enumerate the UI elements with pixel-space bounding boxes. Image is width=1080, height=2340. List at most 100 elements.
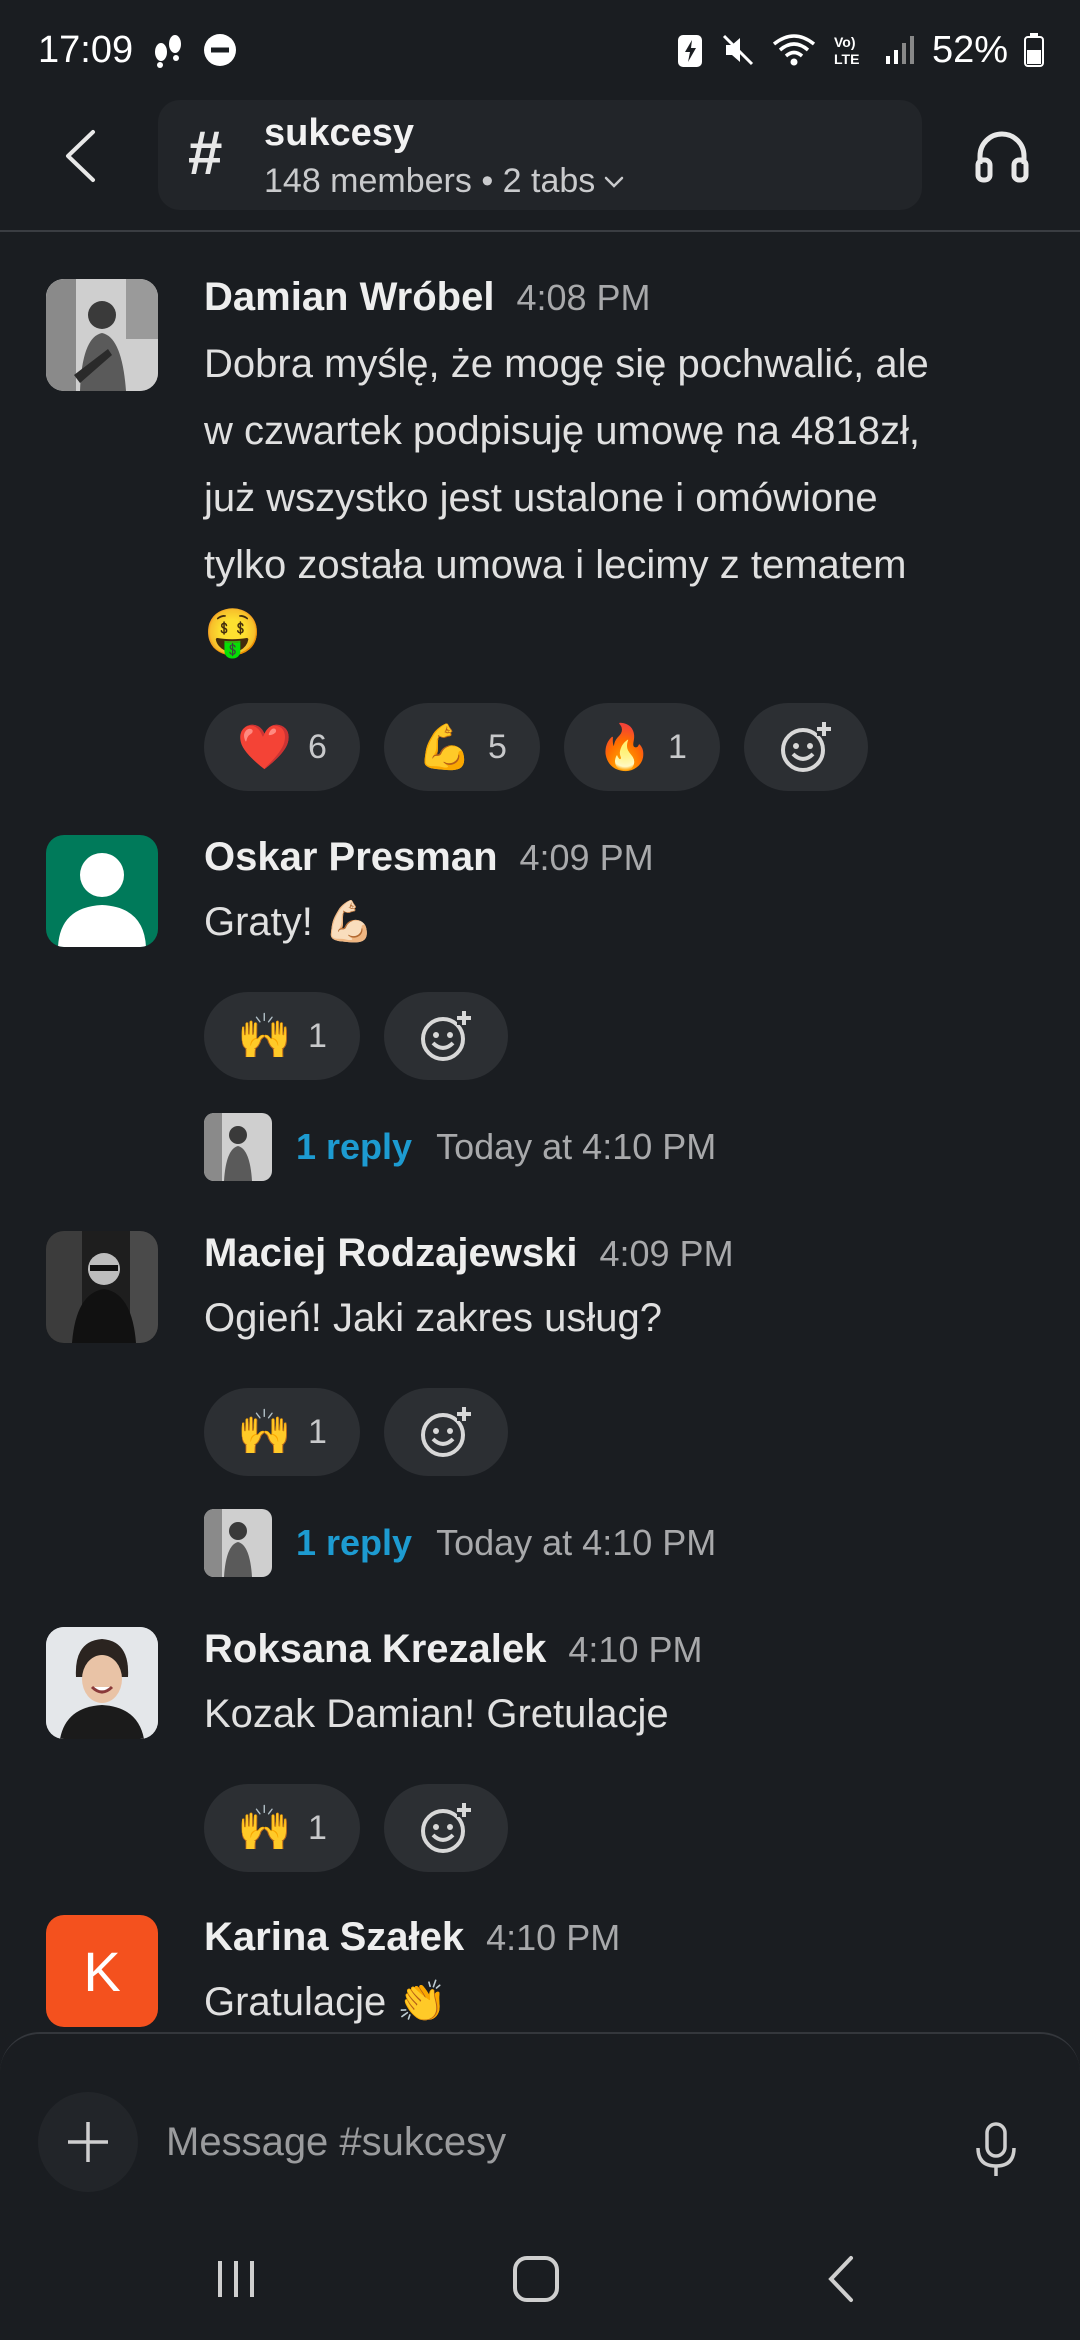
fire-icon: 🔥 bbox=[597, 723, 652, 772]
reaction-muscle[interactable]: 💪 5 bbox=[384, 703, 540, 791]
home-button[interactable] bbox=[496, 2244, 576, 2314]
recent-apps-icon bbox=[218, 2261, 254, 2297]
add-emoji-icon bbox=[421, 1011, 471, 1061]
add-reaction-button[interactable] bbox=[744, 703, 868, 791]
reaction-count: 1 bbox=[307, 1412, 327, 1451]
message-text: Gratulacje 👏 bbox=[204, 1980, 448, 2024]
message-line: Dobra myślę, że mogę się pochwalić, ale bbox=[204, 342, 929, 386]
back-button[interactable] bbox=[50, 126, 110, 186]
do-not-disturb-icon bbox=[203, 33, 237, 67]
message-item[interactable]: Maciej Rodzajewski 4:09 PM Ogień! Jaki z… bbox=[0, 1231, 1080, 1581]
reply-count-link[interactable]: 1 reply bbox=[296, 1522, 412, 1564]
voice-record-button[interactable] bbox=[972, 2120, 1020, 2180]
message-item[interactable]: K Karina Szałek 4:10 PM Gratulacje 👏 bbox=[0, 1915, 1080, 2032]
battery-percent: 52% bbox=[931, 28, 1008, 71]
author-name[interactable]: Maciej Rodzajewski bbox=[204, 1231, 577, 1276]
reply-time: Today at 4:10 PM bbox=[436, 1126, 717, 1167]
signal-icon bbox=[884, 34, 916, 66]
message-item[interactable]: Oskar Presman 4:09 PM Graty! 💪🏻 🙌 1 1 re… bbox=[0, 835, 1080, 1185]
clock: 17:09 bbox=[38, 28, 134, 71]
reaction-count: 6 bbox=[307, 727, 327, 766]
battery-saver-icon bbox=[676, 31, 704, 69]
reactions-bar: ❤️ 6 💪 5 🔥 1 bbox=[204, 703, 868, 791]
chevron-down-icon bbox=[605, 176, 624, 188]
reactions-bar: 🙌 1 bbox=[204, 1784, 508, 1872]
raised-hands-icon: 🙌 bbox=[237, 1804, 292, 1853]
wifi-icon bbox=[772, 32, 816, 68]
reactions-bar: 🙌 1 bbox=[204, 992, 508, 1080]
raised-hands-icon: 🙌 bbox=[237, 1012, 292, 1061]
avatar[interactable]: K bbox=[46, 1915, 158, 2027]
message-time: 4:08 PM bbox=[516, 277, 651, 318]
reply-count-link[interactable]: 1 reply bbox=[296, 1126, 412, 1168]
attach-button[interactable] bbox=[38, 2092, 138, 2192]
footsteps-icon bbox=[151, 32, 185, 68]
reaction-raised-hands[interactable]: 🙌 1 bbox=[204, 1388, 360, 1476]
message-composer bbox=[0, 2032, 1080, 2200]
recent-apps-button[interactable] bbox=[196, 2244, 276, 2314]
raised-hands-icon: 🙌 bbox=[237, 1408, 292, 1457]
add-emoji-icon bbox=[421, 1803, 471, 1853]
heart-icon: ❤️ bbox=[237, 723, 292, 772]
author-name[interactable]: Roksana Krezalek bbox=[204, 1627, 546, 1672]
avatar-initial: K bbox=[83, 1939, 121, 2003]
avatar[interactable] bbox=[46, 1231, 158, 1343]
author-name[interactable]: Karina Szałek bbox=[204, 1915, 464, 1960]
message-text: Dobra myślę, że mogę się pochwalić, ale … bbox=[204, 331, 1024, 666]
thread-summary[interactable]: 1 reply Today at 4:10 PM bbox=[204, 1509, 716, 1577]
svg-text:LTE: LTE bbox=[834, 51, 859, 67]
reaction-count: 1 bbox=[307, 1016, 327, 1055]
message-item[interactable]: Damian Wróbel 4:08 PM Dobra myślę, że mo… bbox=[0, 275, 1080, 795]
back-arrow-icon bbox=[828, 2256, 853, 2302]
system-navigation-bar bbox=[0, 2200, 1080, 2340]
message-time: 4:09 PM bbox=[599, 1233, 734, 1274]
message-text: Graty! 💪🏻 bbox=[204, 900, 374, 944]
reply-time: Today at 4:10 PM bbox=[436, 1522, 717, 1563]
home-icon bbox=[513, 2256, 559, 2302]
channel-name: sukcesy bbox=[264, 112, 415, 154]
add-reaction-button[interactable] bbox=[384, 992, 508, 1080]
message-input[interactable] bbox=[166, 2112, 926, 2172]
reactions-bar: 🙌 1 bbox=[204, 1388, 508, 1476]
channel-info-button[interactable]: # sukcesy 148 members • 2 tabs bbox=[158, 100, 922, 210]
thread-summary[interactable]: 1 reply Today at 4:10 PM bbox=[204, 1113, 716, 1181]
channel-meta: 148 members • 2 tabs bbox=[264, 162, 625, 201]
headphones-icon bbox=[975, 131, 1029, 183]
reaction-count: 1 bbox=[667, 727, 687, 766]
add-reaction-button[interactable] bbox=[384, 1784, 508, 1872]
channel-meta-text: 148 members • 2 tabs bbox=[264, 162, 596, 200]
avatar[interactable] bbox=[46, 1627, 158, 1739]
message-line: tylko została umowa i lecimy z tematem bbox=[204, 543, 907, 587]
message-item[interactable]: Roksana Krezalek 4:10 PM Kozak Damian! G… bbox=[0, 1627, 1080, 1877]
status-bar: 17:09 Vo) LTE 52% bbox=[0, 0, 1080, 100]
message-time: 4:09 PM bbox=[519, 837, 654, 878]
huddle-button[interactable] bbox=[970, 124, 1034, 188]
message-text: Ogień! Jaki zakres usług? bbox=[204, 1296, 663, 1340]
author-name[interactable]: Oskar Presman bbox=[204, 835, 498, 880]
user-icon bbox=[58, 853, 146, 947]
message-text: Kozak Damian! Gretulacje bbox=[204, 1692, 669, 1736]
avatar[interactable] bbox=[46, 279, 158, 391]
reaction-fire[interactable]: 🔥 1 bbox=[564, 703, 720, 791]
reaction-raised-hands[interactable]: 🙌 1 bbox=[204, 1784, 360, 1872]
channel-header: # sukcesy 148 members • 2 tabs bbox=[0, 100, 1080, 232]
thread-avatar bbox=[204, 1113, 272, 1181]
chevron-left-icon bbox=[66, 130, 95, 182]
reaction-raised-hands[interactable]: 🙌 1 bbox=[204, 992, 360, 1080]
plus-icon bbox=[68, 2122, 108, 2162]
message-time: 4:10 PM bbox=[486, 1917, 621, 1958]
author-name[interactable]: Damian Wróbel bbox=[204, 275, 494, 320]
add-reaction-button[interactable] bbox=[384, 1388, 508, 1476]
money-mouth-emoji: 🤑 bbox=[204, 606, 262, 658]
system-back-button[interactable] bbox=[800, 2244, 880, 2314]
message-line: w czwartek podpisuję umowę na 4818zł, bbox=[204, 409, 920, 453]
thread-avatar bbox=[204, 1509, 272, 1577]
avatar[interactable] bbox=[46, 835, 158, 947]
volte-icon: Vo) LTE bbox=[832, 32, 868, 68]
svg-text:Vo): Vo) bbox=[834, 34, 856, 50]
reaction-heart[interactable]: ❤️ 6 bbox=[204, 703, 360, 791]
add-emoji-icon bbox=[421, 1407, 471, 1457]
hash-icon: # bbox=[188, 119, 223, 188]
microphone-icon bbox=[976, 2122, 1016, 2176]
message-line: już wszystko jest ustalone i omówione bbox=[204, 476, 878, 520]
